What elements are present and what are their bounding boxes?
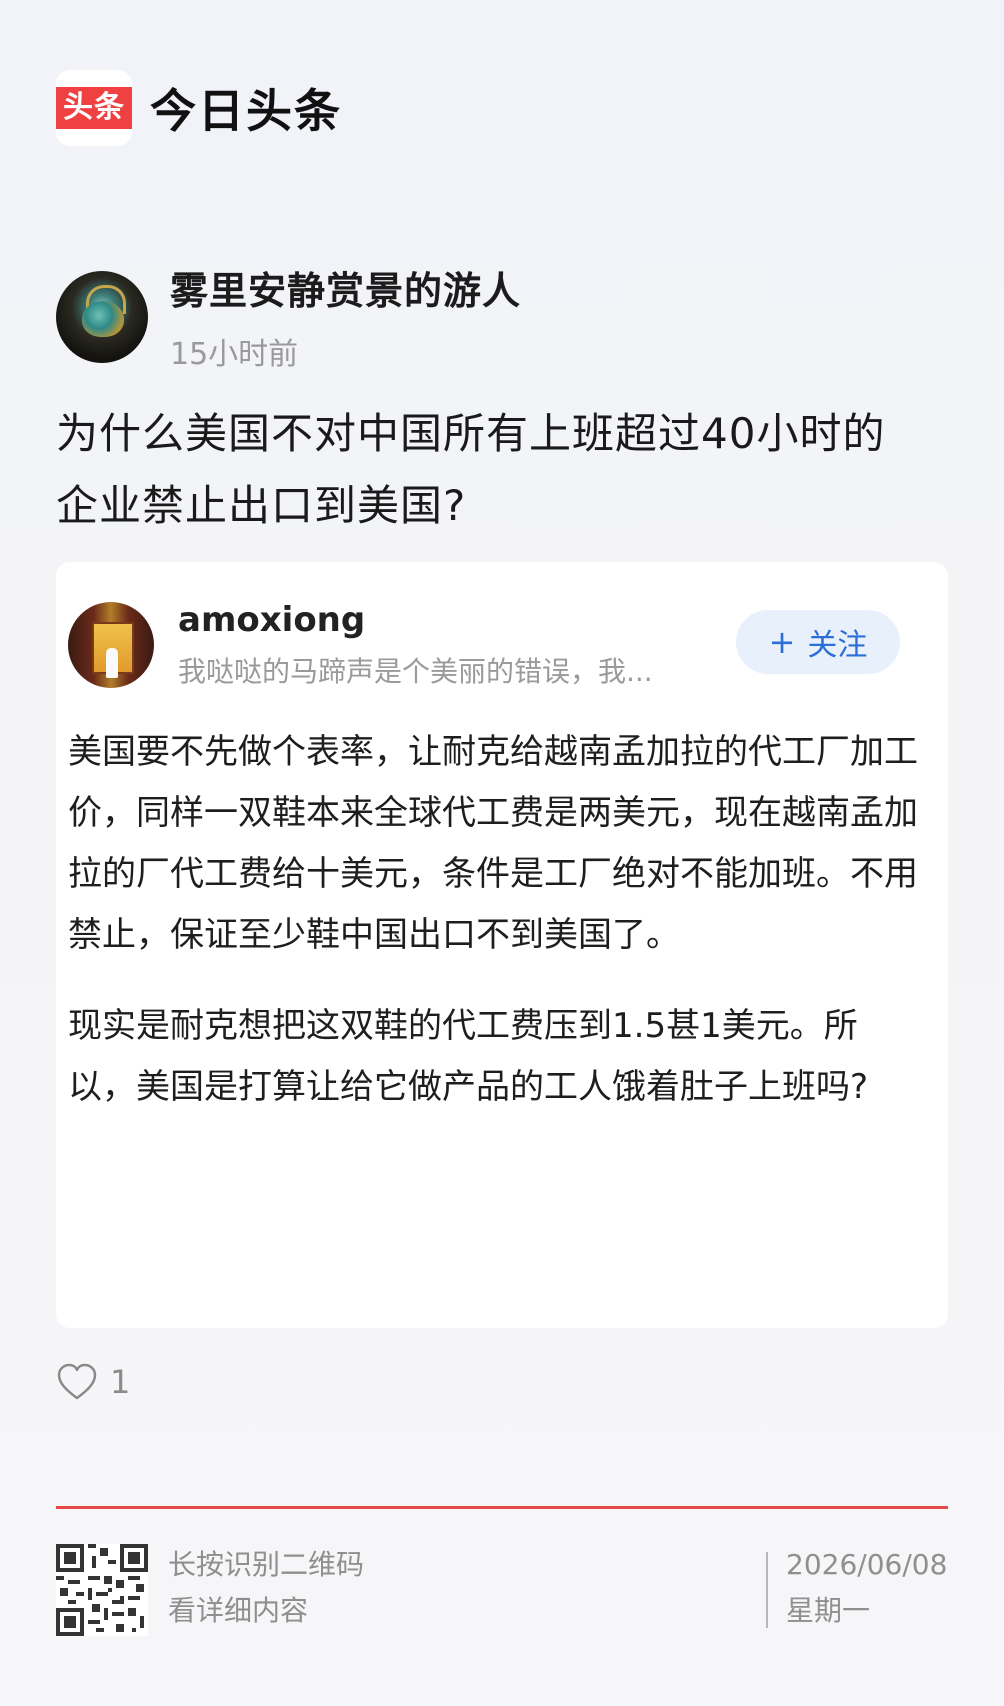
answer-author[interactable]: amoxiong 我哒哒的马蹄声是个美丽的错误，我... (68, 600, 698, 690)
app-logo: 头条 (56, 70, 132, 146)
post-title-line: 企业禁止出口到美国? (56, 481, 467, 530)
answer-body[interactable]: 美国要不先做个表率，让耐克给越南孟加拉的代工厂加工价，同样一双鞋本来全球代工费是… (68, 722, 924, 1148)
follow-label: 关注 (807, 628, 868, 663)
answer-username[interactable]: amoxiong (178, 600, 698, 640)
post-title-line: 为什么美国不对中国所有上班超过40小时的 (56, 409, 886, 458)
scan-hint: 长按识别二维码 看详细内容 (168, 1542, 364, 1634)
date: 2026/06/08 (786, 1548, 948, 1581)
answer-signature: 我哒哒的马蹄声是个美丽的错误，我... (178, 655, 653, 688)
heart-icon (57, 1363, 97, 1400)
logo-badge: 头条 (56, 87, 132, 129)
scan-hint-line1: 长按识别二维码 (168, 1548, 365, 1581)
plus-icon: + (768, 623, 796, 661)
post-time: 15小时前 (170, 337, 299, 372)
like-count: 1 (110, 1363, 131, 1401)
follow-button[interactable]: + 关注 (736, 610, 900, 674)
divider-line (56, 1506, 948, 1509)
answer-paragraph: 现实是耐克想把这双鞋的代工费压到1.5甚1美元。所以，美国是打算让给它做产品的工… (68, 1006, 869, 1107)
post-author[interactable]: 雾里安静赏景的游人 15小时前 (56, 260, 521, 373)
like-button[interactable]: 1 (56, 1362, 130, 1402)
scan-hint-line2: 看详细内容 (168, 1594, 309, 1627)
weekday: 星期一 (786, 1594, 871, 1627)
app-header: 头条 今日头条 (56, 70, 342, 146)
app-name: 今日头条 (150, 84, 342, 138)
footer-date: 2026/06/08 星期一 (786, 1542, 947, 1634)
share-footer: 长按识别二维码 看详细内容 2026/06/08 星期一 (56, 1542, 948, 1642)
footer-divider (766, 1552, 768, 1628)
qr-code[interactable] (56, 1544, 148, 1636)
answer-card[interactable]: amoxiong 我哒哒的马蹄声是个美丽的错误，我... + 关注 美国要不先做… (56, 562, 948, 1328)
answer-avatar[interactable] (68, 602, 154, 688)
author-avatar[interactable] (56, 270, 148, 363)
answer-paragraph: 美国要不先做个表率，让耐克给越南孟加拉的代工厂加工价，同样一双鞋本来全球代工费是… (68, 732, 918, 955)
author-name[interactable]: 雾里安静赏景的游人 (170, 260, 521, 315)
post-title[interactable]: 为什么美国不对中国所有上班超过40小时的 企业禁止出口到美国? (56, 398, 956, 542)
